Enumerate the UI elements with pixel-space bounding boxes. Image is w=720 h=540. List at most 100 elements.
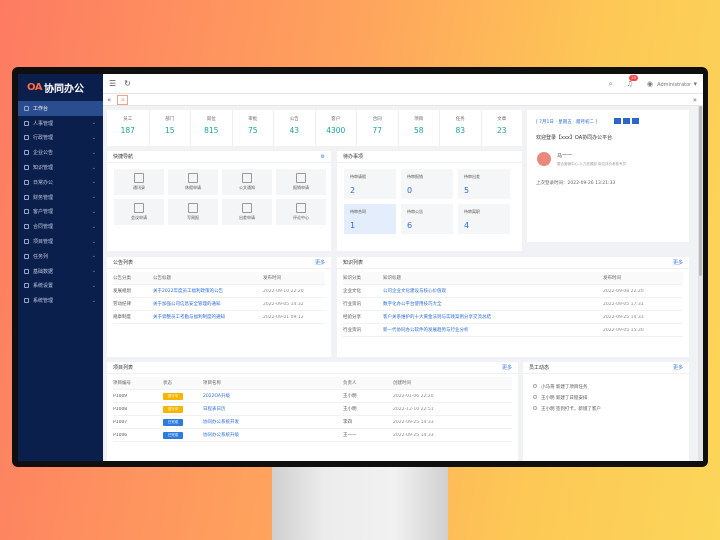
cell-title[interactable]: 客户关系维护的十大黄金法则与实践案例分享交流总结	[383, 314, 603, 320]
sidebar-item-label: 基础数据	[33, 268, 54, 275]
refresh-icon[interactable]: ↻	[124, 79, 131, 88]
cell-cat: 劳动纪律	[113, 302, 131, 307]
scrollbar-thumb[interactable]	[699, 106, 702, 276]
tab-home[interactable]: ⌂	[117, 94, 129, 105]
todo-item-0[interactable]: 待审请假 2	[344, 169, 396, 199]
table-row[interactable]: 劳动纪律 关于加强公司信息安全管理的通知 2022-09-05 14:32	[113, 298, 325, 311]
column-header: 公告分类	[113, 276, 131, 281]
user-menu[interactable]: ◉ Administrator ▾	[647, 80, 697, 88]
stat-label: 员工	[123, 117, 133, 122]
cell-time: 2022-09-25 14:33	[603, 314, 644, 320]
knowledge-more-link[interactable]: 更多	[673, 259, 683, 266]
sidebar-item-7[interactable]: 客户管理 ⌄	[18, 205, 103, 220]
cell-title[interactable]: 关于加强公司信息安全管理的通知	[153, 301, 263, 307]
sidebar-item-6[interactable]: 财务管理 ⌄	[18, 190, 103, 205]
sidebar-item-10[interactable]: 任务列 ⌄	[18, 249, 103, 264]
table-row[interactable]: 企业文化 公司企业文化建设与核心价值观 2022-09-08 22:20	[343, 285, 683, 298]
todo-item-2[interactable]: 待审出差 5	[458, 169, 510, 199]
stat-3[interactable]: 审批 75	[231, 110, 274, 146]
cell-title[interactable]: 公司企业文化建设与核心价值观	[383, 288, 603, 294]
sidebar-item-3[interactable]: 企业公告 ⌄	[18, 145, 103, 160]
stat-4[interactable]: 公告 43	[273, 110, 315, 146]
table-row[interactable]: 经验分享 客户关系维护的十大黄金法则与实践案例分享交流总结 2022-09-25 1…	[343, 311, 683, 324]
cell-name[interactable]: 协同办公系统升级	[203, 432, 343, 438]
sidebar-item-8[interactable]: 合同管理 ⌄	[18, 219, 103, 234]
cell-time: 2022-09-05 17:31	[603, 301, 644, 307]
stat-label: 项目	[414, 117, 424, 122]
page-scrollbar[interactable]	[698, 106, 703, 461]
cell-name[interactable]: 日程表日历	[203, 406, 343, 412]
sidebar-item-1[interactable]: 人事管理 ⌄	[18, 116, 103, 131]
table-row[interactable]: P1006 已完成 协同办公系统升级 王一一 2022-09-25 14:33	[113, 429, 512, 442]
cell-title[interactable]: 关于调整员工考勤与福利制度的通知	[153, 314, 263, 320]
tab-scroll-left-icon[interactable]: «	[107, 96, 111, 104]
calendar-prev-button[interactable]	[614, 118, 621, 124]
quick-item-5[interactable]: 写周报	[168, 199, 218, 225]
sidebar-item-13[interactable]: 系统管理 ⌄	[18, 293, 103, 308]
sidebar-item-11[interactable]: 基础数据 ⌄	[18, 264, 103, 279]
cell-title[interactable]: 数字化办公平台使用技巧大全	[383, 301, 603, 307]
app-logo[interactable]: OA 协同办公	[18, 74, 103, 101]
stat-5[interactable]: 客户 4300	[314, 110, 357, 146]
quick-item-2[interactable]: 公文通知	[222, 169, 272, 195]
table-row[interactable]: 行业资讯 新一代协同办公软件的发展趋势与行业分析 2022-09-05 15:30	[343, 324, 683, 337]
quick-item-1[interactable]: 休假申请	[168, 169, 218, 195]
bell-icon[interactable]: ♫ 25	[627, 75, 638, 88]
table-row[interactable]: 发展规划 关于2022年度员工福利政策的公告 2022-09-10 22:20	[113, 285, 325, 298]
todo-item-5[interactable]: 待审离职 4	[458, 204, 510, 234]
timeline-heading: 员工动态	[529, 365, 550, 371]
cell-id: P1009	[113, 393, 128, 399]
calendar-next-button[interactable]	[623, 118, 630, 124]
quick-item-label: 公文通知	[239, 185, 255, 190]
sidebar-item-9[interactable]: 项目管理 ⌄	[18, 234, 103, 249]
timeline-more-link[interactable]: 更多	[673, 364, 683, 371]
quick-item-0[interactable]: 通讯录	[114, 169, 164, 195]
tab-scroll-right-icon[interactable]: »	[693, 96, 697, 104]
stat-0[interactable]: 员工 187	[107, 110, 149, 146]
sidebar-item-4[interactable]: 知识管理 ⌄	[18, 160, 103, 175]
chevron-down-icon: ⌄	[91, 268, 96, 275]
stat-value: 75	[247, 126, 258, 135]
cell-title[interactable]: 新一代协同办公软件的发展趋势与行业分析	[383, 327, 603, 333]
stat-8[interactable]: 任务 83	[439, 110, 481, 146]
stat-7[interactable]: 项目 58	[397, 110, 440, 146]
timeline-item: 王小明 新建了日程安排	[533, 395, 587, 401]
chevron-down-icon: ⌄	[91, 149, 96, 156]
quick-item-4[interactable]: 会议申请	[114, 199, 164, 225]
sidebar-item-5[interactable]: 日常办公 ⌄	[18, 175, 103, 190]
todo-item-4[interactable]: 待审公告 6	[401, 204, 453, 234]
sidebar-item-12[interactable]: 系统设置 ⌄	[18, 279, 103, 294]
project-more-link[interactable]: 更多	[502, 364, 512, 371]
todo-item-3[interactable]: 待审合同 1	[344, 204, 396, 234]
chevron-down-icon: ⌄	[91, 223, 96, 230]
quick-item-3[interactable]: 报销申请	[276, 169, 326, 195]
stat-1[interactable]: 部门 15	[148, 110, 191, 146]
table-row[interactable]: P1007 已完成 协同办公系统开发 李四 2022-09-25 14:33	[113, 416, 512, 429]
cell-name[interactable]: 2022OA升级	[203, 393, 343, 399]
cell-name[interactable]: 协同办公系统开发	[203, 419, 343, 425]
cell-id: P1006	[113, 432, 128, 438]
cell-owner: 李四	[343, 420, 352, 425]
table-row[interactable]: 行业资讯 数字化办公平台使用技巧大全 2022-09-05 17:31	[343, 298, 683, 311]
quick-item-6[interactable]: 出差申请	[222, 199, 272, 225]
table-row[interactable]: 规章制度 关于调整员工考勤与福利制度的通知 2022-09-01 09:12	[113, 311, 325, 324]
stat-9[interactable]: 文章 23	[480, 110, 523, 146]
quick-item-icon	[188, 173, 198, 183]
sidebar-item-label: 人事管理	[33, 120, 54, 127]
stat-2[interactable]: 岗位 815	[190, 110, 232, 146]
quick-item-7[interactable]: 评论中心	[276, 199, 326, 225]
cell-title[interactable]: 关于2022年度员工福利政策的公告	[153, 288, 263, 294]
stat-6[interactable]: 合同 77	[356, 110, 398, 146]
calendar-today-button[interactable]	[632, 118, 639, 124]
notice-more-link[interactable]: 更多	[315, 259, 325, 266]
todo-item-1[interactable]: 待审报销 0	[401, 169, 453, 199]
table-row[interactable]: P1008 进行中 日程表日历 王小明 2022-12-10 22:51	[113, 403, 512, 416]
search-icon[interactable]: ⌕	[609, 80, 613, 89]
dashboard: 员工 187 部门 15 岗位 815 审批 75 公告 43 客户 4300 合同 77 项目 58 任务 83…	[103, 106, 703, 461]
user-name: 马一一	[557, 153, 573, 159]
quick-nav-settings-icon[interactable]: ⚙	[321, 154, 325, 160]
sidebar-item-0[interactable]: 工作台	[18, 101, 103, 116]
sidebar-item-2[interactable]: 行政管理 ⌄	[18, 131, 103, 146]
table-row[interactable]: P1009 进行中 2022OA升级 王小明 2022-01-06 22:20	[113, 390, 512, 403]
menu-toggle-icon[interactable]: ☰	[109, 79, 116, 88]
